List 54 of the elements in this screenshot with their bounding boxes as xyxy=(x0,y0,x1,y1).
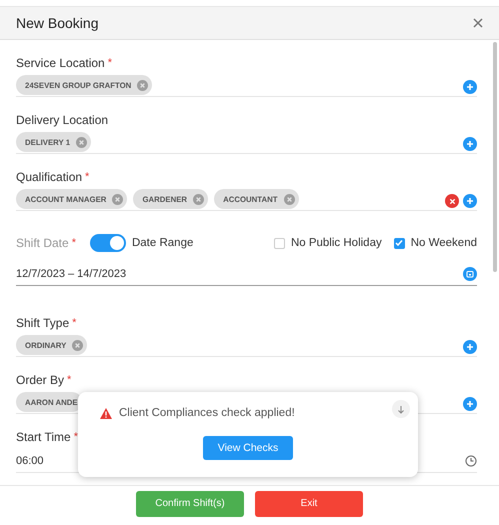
required-mark: * xyxy=(67,374,72,386)
plus-icon xyxy=(466,197,474,205)
field-label: Service Location xyxy=(16,56,105,70)
remove-icon[interactable] xyxy=(112,194,124,204)
scrollbar[interactable] xyxy=(493,42,497,272)
plus-icon xyxy=(466,400,474,408)
clear-button[interactable] xyxy=(445,194,459,208)
checkbox-label: No Weekend xyxy=(410,237,477,249)
add-button[interactable] xyxy=(463,397,477,411)
dialog-title: New Booking xyxy=(16,15,98,31)
calendar-icon xyxy=(466,270,474,278)
exit-button[interactable]: Exit xyxy=(255,490,363,516)
confirm-button[interactable]: Confirm Shift(s) xyxy=(136,490,244,516)
remove-icon[interactable] xyxy=(72,340,84,350)
required-mark: * xyxy=(108,57,112,69)
remove-icon[interactable] xyxy=(284,194,294,204)
calendar-button[interactable] xyxy=(463,267,477,281)
remove-icon[interactable] xyxy=(193,194,204,204)
field-label: Shift Type xyxy=(16,316,70,330)
add-button[interactable] xyxy=(463,137,477,151)
field-label: Start Time xyxy=(16,430,71,444)
checkbox-label: No Public Holiday xyxy=(290,237,382,249)
check-icon xyxy=(395,239,404,247)
field-label: Delivery Location xyxy=(16,113,108,127)
remove-icon[interactable] xyxy=(137,80,148,90)
close-button[interactable] xyxy=(473,18,483,28)
toggle-label: Date Range xyxy=(132,237,194,249)
field-label: Shift Date xyxy=(16,236,69,250)
add-button[interactable] xyxy=(463,80,477,94)
plus-icon xyxy=(466,83,474,91)
checkbox[interactable] xyxy=(274,238,285,248)
checkbox[interactable] xyxy=(394,238,405,248)
down-arrow-icon xyxy=(397,404,405,414)
add-button[interactable] xyxy=(463,340,477,354)
required-mark: * xyxy=(72,317,76,329)
toggle-switch[interactable] xyxy=(90,234,126,252)
close-icon xyxy=(473,18,483,28)
required-mark: * xyxy=(74,431,78,443)
required-mark: * xyxy=(72,237,76,249)
close-icon xyxy=(448,198,456,204)
time-value[interactable]: 06:00 xyxy=(16,455,44,467)
plus-icon xyxy=(466,343,474,351)
date-range-value[interactable]: 12/7/2023 – 14/7/2023 xyxy=(16,268,126,280)
plus-icon xyxy=(466,140,474,148)
field-label: Order By xyxy=(16,373,64,387)
required-mark: * xyxy=(85,171,90,183)
remove-icon[interactable] xyxy=(76,136,88,148)
collapse-button[interactable] xyxy=(392,400,410,418)
clock-icon[interactable] xyxy=(465,455,477,467)
view-checks-button[interactable]: View Checks xyxy=(202,436,294,460)
warning-icon xyxy=(100,408,112,418)
add-button[interactable] xyxy=(463,194,477,208)
notification-message: Client Compliances check applied! xyxy=(119,407,295,419)
field-label: Qualification xyxy=(16,170,82,184)
